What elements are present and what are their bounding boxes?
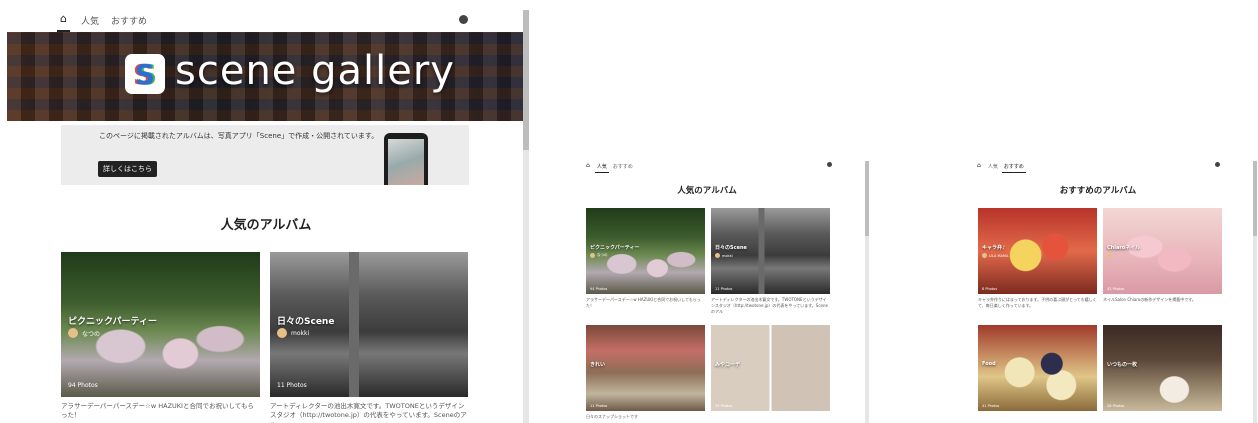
album-cover bbox=[586, 208, 705, 294]
album-cover bbox=[978, 325, 1097, 411]
scrollbar-thumb[interactable] bbox=[1253, 161, 1257, 236]
album-title: ピクニックパーティー bbox=[68, 317, 158, 327]
album-title: キャラ弁♪ bbox=[982, 245, 1006, 251]
details-button[interactable]: 詳しくはこちら bbox=[98, 161, 157, 177]
album-author bbox=[1107, 253, 1114, 258]
scene-logo-icon: S bbox=[125, 54, 165, 94]
tab-recommended[interactable]: おすすめ bbox=[1001, 163, 1026, 173]
album-description: 日々のスナップショットです bbox=[586, 414, 638, 419]
album-card[interactable]: キャラ弁♪ LILA MAMA 8 Photos キャラ弁作りにはまっております… bbox=[978, 208, 1097, 313]
user-icon[interactable] bbox=[459, 15, 468, 24]
section-heading: 人気のアルバム bbox=[677, 186, 737, 196]
tab-popular[interactable]: 人気 bbox=[988, 163, 998, 170]
album-cover bbox=[1103, 208, 1222, 294]
gallery-page-popular-small: ⌂ 人気 おすすめ 人気のアルバム ピクニックパーティー なつの 94 Phot… bbox=[582, 153, 870, 423]
avatar bbox=[68, 328, 78, 338]
album-title: Food bbox=[982, 361, 996, 367]
section-heading: おすすめのアルバム bbox=[1059, 186, 1137, 196]
scrollbar[interactable] bbox=[1253, 161, 1257, 423]
photo-count: 41 Photos bbox=[982, 404, 1000, 408]
photo-count: 25 Photos bbox=[715, 404, 733, 408]
avatar bbox=[982, 253, 987, 258]
photo-count: 28 Photos bbox=[1107, 404, 1125, 408]
album-title: Chiaroネイル bbox=[1107, 245, 1141, 251]
album-cover bbox=[1103, 325, 1222, 411]
info-text: このページに掲載されたアルバムは、写真アプリ「Scene」で作成・公開されていま… bbox=[99, 132, 379, 140]
avatar bbox=[590, 253, 595, 258]
avatar bbox=[277, 328, 287, 338]
tab-recommended[interactable]: おすすめ bbox=[111, 14, 147, 27]
album-author: LILA MAMA bbox=[982, 253, 1008, 258]
album-author: なつの bbox=[68, 328, 100, 338]
hero-banner: S scene gallery bbox=[7, 32, 523, 121]
album-title: きれい bbox=[590, 362, 606, 368]
album-title: みやコーデ bbox=[715, 362, 741, 368]
section-heading: 人気のアルバム bbox=[220, 218, 312, 233]
album-card[interactable]: きれい 11 Photos 日々のスナップショットです bbox=[586, 325, 705, 423]
home-icon[interactable]: ⌂ bbox=[57, 12, 70, 32]
album-description: キャラ弁作りにはまっております。子供の喜ぶ顔がとっても嬉しくて、毎日楽しく作って… bbox=[978, 297, 1097, 308]
avatar bbox=[1107, 253, 1112, 258]
tab-recommended[interactable]: おすすめ bbox=[613, 163, 633, 170]
top-nav: ⌂ 人気 おすすめ bbox=[973, 158, 1258, 174]
photo-count: 11 Photos bbox=[277, 382, 307, 389]
user-icon[interactable] bbox=[827, 162, 832, 167]
album-cover bbox=[978, 208, 1097, 294]
album-card[interactable]: ピクニックパーティー なつの 94 Photos アラサーデーパーパースデー☆w… bbox=[61, 252, 260, 423]
album-card[interactable]: ピクニックパーティー なつの 94 Photos アラサーデーパースデー☆w H… bbox=[586, 208, 705, 313]
scrollbar[interactable] bbox=[865, 161, 869, 423]
top-nav: ⌂ 人気 おすすめ bbox=[0, 9, 532, 32]
avatar bbox=[715, 253, 720, 258]
photo-count: 94 Photos bbox=[590, 287, 608, 291]
photo-count: 11 Photos bbox=[715, 287, 733, 291]
home-icon[interactable]: ⌂ bbox=[977, 162, 981, 171]
photo-count: 8 Photos bbox=[982, 287, 998, 291]
photo-count: 11 Photos bbox=[590, 404, 608, 408]
album-description: アラサーデーパーパースデー☆w HAZUKIと合同でお祝いしてもらった！ bbox=[61, 402, 254, 420]
album-description: アラサーデーパースデー☆w HAZUKIと合同でお祝いしてもらった！ bbox=[586, 297, 701, 308]
album-card[interactable]: 日々のScene mokki 11 Photos アートディレクターの池出木寛文… bbox=[711, 208, 830, 313]
album-description: ネイルSalon Chiaroの新作デザインを掲載中です。 bbox=[1103, 297, 1196, 302]
album-cover bbox=[711, 208, 830, 294]
gallery-page-recommended-small: ⌂ 人気 おすすめ おすすめのアルバム キャラ弁♪ LILA MAMA 8 Ph… bbox=[973, 153, 1258, 423]
scrollbar[interactable] bbox=[523, 10, 529, 423]
album-cover bbox=[586, 325, 705, 411]
scrollbar-thumb[interactable] bbox=[523, 10, 529, 150]
top-nav: ⌂ 人気 おすすめ bbox=[582, 158, 870, 174]
gallery-page-large: ⌂ 人気 おすすめ S scene gallery このページに掲載されたアルバ… bbox=[0, 0, 532, 423]
tab-popular[interactable]: 人気 bbox=[81, 14, 99, 27]
phone-image bbox=[384, 133, 428, 185]
album-author: mokki bbox=[715, 253, 733, 258]
user-icon[interactable] bbox=[1215, 162, 1220, 167]
tab-popular[interactable]: 人気 bbox=[594, 163, 609, 173]
album-description: アートディレクターの池出木寛文です。TWOTONEというデザインスタジオ（htt… bbox=[270, 402, 467, 423]
album-author: mokki bbox=[277, 328, 309, 338]
album-title: 日々のScene bbox=[715, 245, 747, 251]
album-cover bbox=[711, 325, 830, 411]
photo-count: 42 Photos bbox=[1107, 287, 1125, 291]
album-author: なつの bbox=[590, 253, 608, 258]
photo-count: 94 Photos bbox=[68, 382, 98, 389]
album-title: ピクニックパーティー bbox=[590, 245, 640, 251]
album-description: アートディレクターの池出木寛文です。TWOTONEというデザインスタジオ（htt… bbox=[711, 297, 828, 313]
info-box: このページに掲載されたアルバムは、写真アプリ「Scene」で作成・公開されていま… bbox=[61, 125, 469, 185]
album-card[interactable]: 日々のScene mokki 11 Photos アートディレクターの池出木寛文… bbox=[270, 252, 468, 423]
scrollbar-thumb[interactable] bbox=[865, 161, 869, 236]
album-card[interactable]: Chiaroネイル 42 Photos ネイルSalon Chiaroの新作デザ… bbox=[1103, 208, 1222, 313]
hero-title: scene gallery bbox=[175, 48, 455, 94]
album-card[interactable]: いつもの一枚 28 Photos bbox=[1103, 325, 1222, 423]
album-card[interactable]: みやコーデ 25 Photos bbox=[711, 325, 830, 423]
home-icon[interactable]: ⌂ bbox=[586, 162, 590, 171]
album-title: いつもの一枚 bbox=[1107, 362, 1138, 368]
album-card[interactable]: Food 41 Photos bbox=[978, 325, 1097, 423]
album-title: 日々のScene bbox=[277, 317, 335, 327]
